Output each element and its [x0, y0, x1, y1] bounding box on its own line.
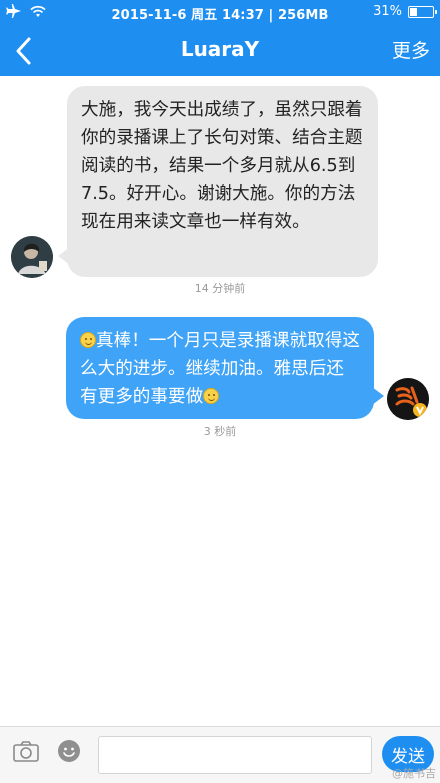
- user-avatar-icon: [11, 236, 53, 278]
- camera-button[interactable]: [12, 739, 40, 765]
- status-bar: 2015-11-6 周五 14:37 | 256MB 31%: [0, 0, 440, 26]
- battery-percent: 31%: [373, 4, 402, 19]
- input-bar: 发送 @施书吉: [0, 726, 440, 783]
- message-timestamp: 14 分钟前: [194, 282, 246, 295]
- status-right: 31%: [373, 4, 437, 19]
- page-title: LuaraY: [180, 37, 260, 61]
- message-text: 真棒！一个月只是录播课就取得这么大的进步。继续加油。雅思后还有更多的事要做: [80, 331, 360, 407]
- camera-icon: [13, 741, 39, 762]
- more-button[interactable]: 更多: [392, 36, 430, 63]
- smile-emoji-icon: [80, 332, 96, 348]
- avatar[interactable]: [387, 378, 429, 420]
- message-bubble-sent: 真棒！一个月只是录播课就取得这么大的进步。继续加油。雅思后还有更多的事要做: [66, 317, 384, 419]
- message-text: 大施，我今天出成绩了，虽然只跟着你的录播课上了长句对策、结合主题阅读的书，结果一…: [81, 100, 363, 232]
- message-input[interactable]: [98, 736, 372, 774]
- chat-area[interactable]: 大施，我今天出成绩了，虽然只跟着你的录播课上了长句对策、结合主题阅读的书，结果一…: [0, 76, 440, 726]
- emoji-button[interactable]: [57, 739, 81, 763]
- message-bubble-received: 大施，我今天出成绩了，虽然只跟着你的录播课上了长句对策、结合主题阅读的书，结果一…: [58, 86, 378, 277]
- smiley-icon: [58, 740, 80, 762]
- message-timestamp: 3 秒前: [203, 425, 237, 438]
- battery-icon: [408, 5, 437, 18]
- smile-emoji-icon: [203, 388, 220, 404]
- nav-bar: LuaraY 更多: [0, 26, 440, 76]
- user-avatar-icon: [387, 378, 429, 420]
- battery-fill: [410, 7, 417, 16]
- top-bar: 2015-11-6 周五 14:37 | 256MB 31% LuaraY 更多: [0, 0, 440, 76]
- watermark: @施书吉: [392, 767, 436, 780]
- avatar[interactable]: [11, 236, 53, 278]
